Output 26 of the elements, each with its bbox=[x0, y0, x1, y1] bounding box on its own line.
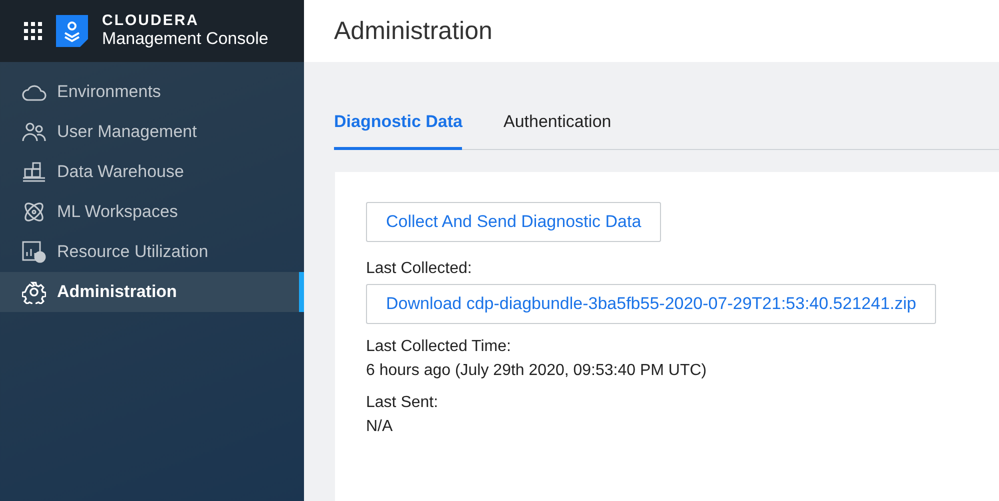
page-title: Administration bbox=[334, 16, 492, 46]
tab[interactable]: Authentication bbox=[503, 100, 612, 150]
chart-icon bbox=[22, 241, 46, 263]
atom-icon bbox=[22, 200, 46, 224]
product-name: Management Console bbox=[102, 30, 268, 49]
app-grid-icon[interactable] bbox=[24, 22, 42, 40]
field-label: Last Collected Time: bbox=[366, 338, 512, 356]
field-value: N/A bbox=[366, 418, 393, 435]
settings-icon bbox=[22, 280, 46, 304]
download-button[interactable]: Download cdp-diagbundle-3ba5fb55-2020-07-29T21:53:40.521241.zip bbox=[366, 284, 936, 324]
collect-button[interactable]: Collect And Send Diagnostic Data bbox=[366, 202, 662, 242]
sidebar-item[interactable]: Data Warehouse bbox=[0, 152, 304, 192]
tab[interactable]: Diagnostic Data bbox=[334, 100, 462, 150]
warehouse-icon bbox=[22, 161, 46, 183]
sidebar-item[interactable]: Resource Utilization bbox=[0, 232, 304, 272]
field-value: 6 hours ago (July 29th 2020, 09:53:40 PM UTC) bbox=[366, 362, 707, 379]
cloud-icon bbox=[21, 82, 47, 102]
sidebar-item[interactable]: User Management bbox=[0, 112, 304, 152]
brand-name: CLOUDERA bbox=[102, 13, 200, 30]
sidebar-item[interactable]: Administration bbox=[0, 272, 304, 312]
sidebar-item[interactable]: Environments bbox=[0, 72, 304, 112]
field-label: Last Collected: bbox=[366, 260, 473, 278]
users-icon bbox=[22, 122, 46, 142]
sidebar-item[interactable]: ML Workspaces bbox=[0, 192, 304, 232]
logo-icon bbox=[56, 15, 88, 47]
field-label: Last Sent: bbox=[366, 394, 440, 412]
